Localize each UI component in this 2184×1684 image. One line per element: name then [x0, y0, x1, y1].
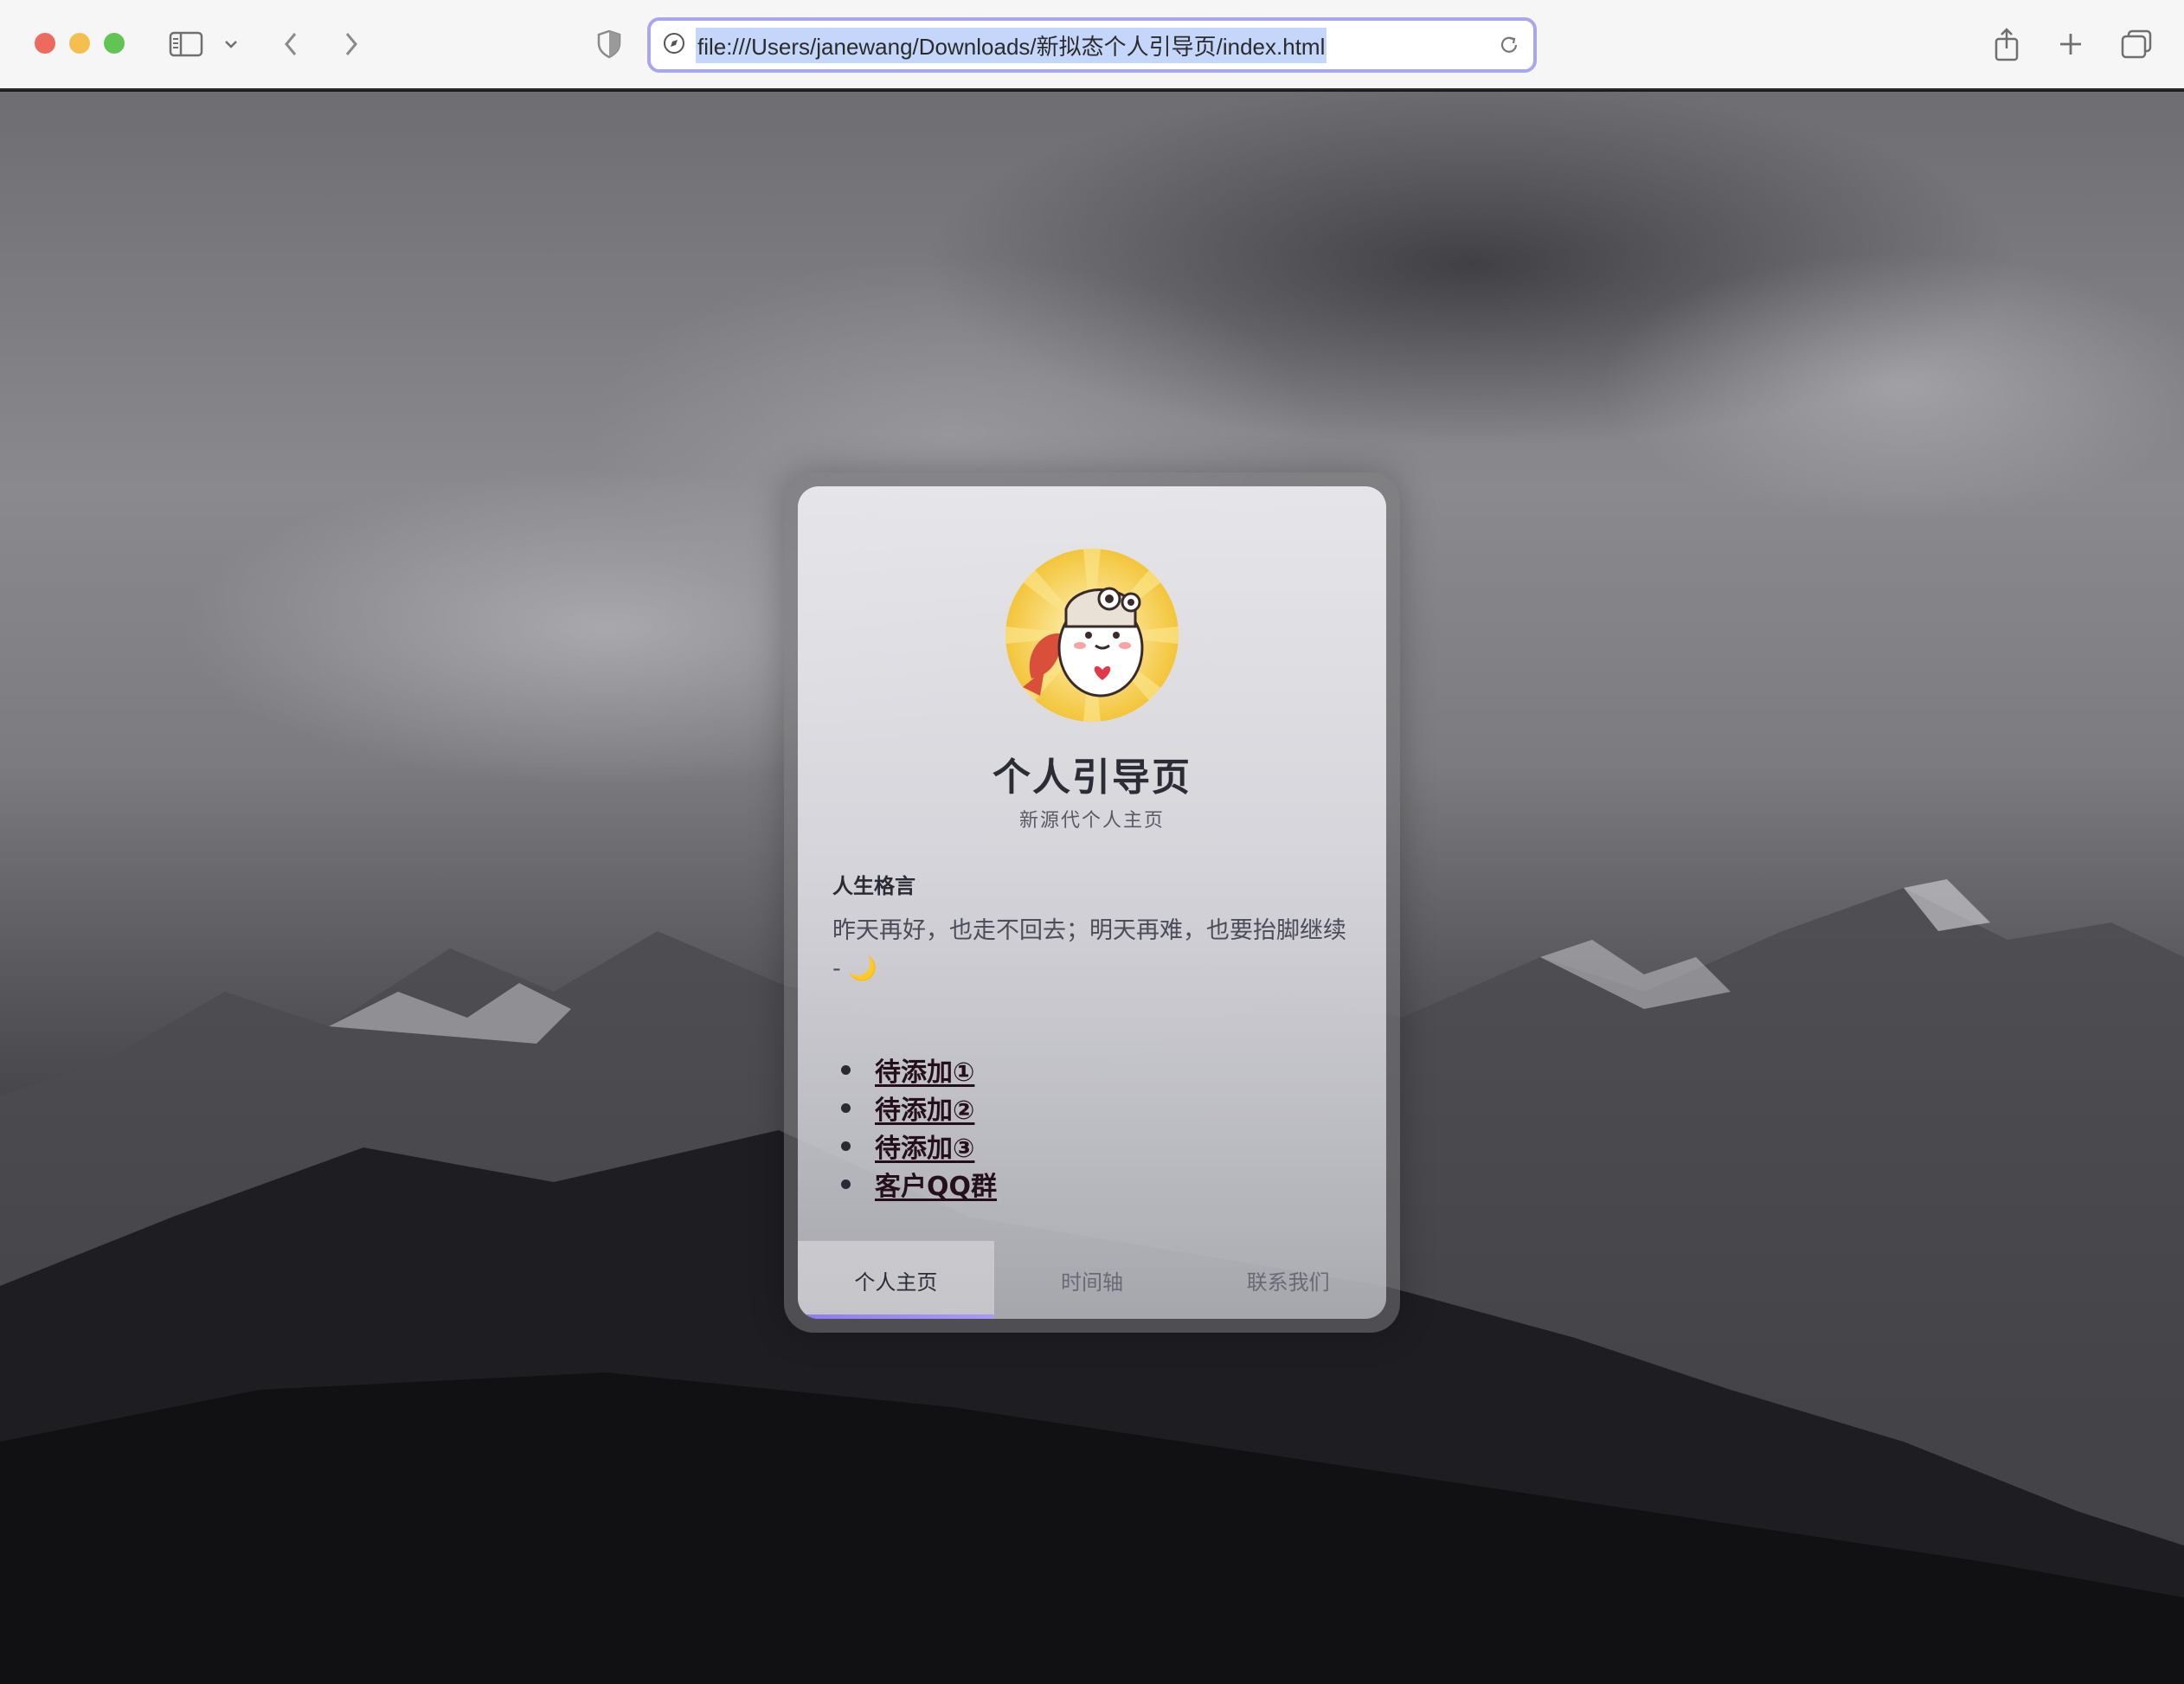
motto-body: 昨天再好，也走不回去；明天再难，也要抬脚继续 -	[832, 917, 1346, 982]
page-subtitle: 新源代个人主页	[1018, 810, 1165, 832]
motto-heading: 人生格言	[832, 874, 915, 898]
compass-icon	[663, 32, 685, 59]
browser-toolbar: file:///Users/janewang/Downloads/新拟态个人引导…	[0, 0, 2184, 90]
tab-home[interactable]: 个人主页	[798, 1241, 994, 1319]
bullet-icon	[841, 1179, 851, 1189]
link-qq-group[interactable]: 客户QQ群	[875, 1165, 997, 1203]
tabs-icon[interactable]	[2115, 22, 2158, 66]
url-text[interactable]: file:///Users/janewang/Downloads/新拟态个人引导…	[696, 27, 1327, 63]
motto-text: 昨天再好，也走不回去；明天再难，也要抬脚继续 - 🌙	[832, 912, 1360, 988]
list-item: 待添加①	[832, 1051, 997, 1089]
sidebar-icon[interactable]	[164, 22, 208, 66]
page-viewport: 个人引导页 新源代个人主页 人生格言 昨天再好，也走不回去；明天再难，也要抬脚继…	[0, 92, 2184, 1684]
chevron-right-icon[interactable]	[334, 22, 369, 66]
list-item: 待添加②	[832, 1089, 997, 1127]
link-placeholder-1[interactable]: 待添加①	[875, 1051, 974, 1089]
shield-icon[interactable]	[590, 22, 628, 66]
close-window-button[interactable]	[35, 33, 55, 54]
tab-contact[interactable]: 联系我们	[1190, 1241, 1386, 1319]
profile-card: 个人引导页 新源代个人主页 人生格言 昨天再好，也走不回去；明天再难，也要抬脚继…	[798, 486, 1386, 1319]
profile-card-frame: 个人引导页 新源代个人主页 人生格言 昨天再好，也走不回去；明天再难，也要抬脚继…	[784, 472, 1400, 1333]
link-list: 待添加① 待添加② 待添加③ 客户QQ群	[832, 1051, 997, 1203]
address-bar[interactable]: file:///Users/janewang/Downloads/新拟态个人引导…	[647, 17, 1537, 73]
chevron-left-icon[interactable]	[273, 22, 308, 66]
chevron-down-icon[interactable]	[218, 22, 244, 66]
tab-timeline[interactable]: 时间轴	[994, 1241, 1191, 1319]
bottom-tabbar: 个人主页 时间轴 联系我们	[798, 1241, 1386, 1319]
plus-icon[interactable]	[2049, 22, 2092, 66]
avatar	[1005, 549, 1179, 722]
zoom-window-button[interactable]	[104, 33, 125, 54]
minimize-window-button[interactable]	[69, 33, 90, 54]
page-title: 个人引导页	[992, 755, 1192, 800]
moon-icon: 🌙	[848, 955, 877, 982]
list-item: 待添加③	[832, 1127, 997, 1165]
list-item: 客户QQ群	[832, 1165, 997, 1203]
reload-icon[interactable]	[1495, 31, 1523, 59]
link-placeholder-2[interactable]: 待添加②	[875, 1089, 974, 1127]
bullet-icon	[841, 1064, 851, 1075]
share-icon[interactable]	[1985, 22, 2028, 66]
link-placeholder-3[interactable]: 待添加③	[875, 1127, 974, 1165]
bullet-icon	[841, 1102, 851, 1113]
bullet-icon	[841, 1141, 851, 1151]
